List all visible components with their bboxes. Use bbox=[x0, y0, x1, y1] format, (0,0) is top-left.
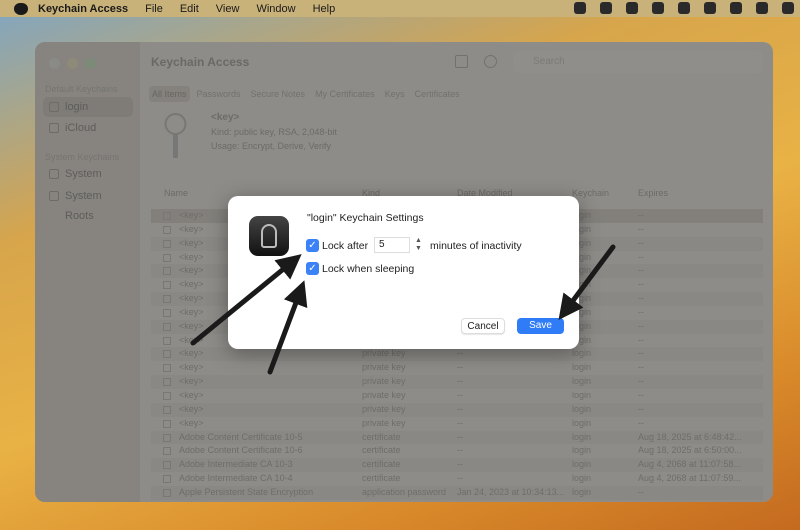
annotation-arrows bbox=[190, 244, 616, 375]
arrow-2 bbox=[267, 280, 308, 375]
arrow-1 bbox=[190, 254, 302, 346]
arrow-3 bbox=[558, 244, 616, 321]
